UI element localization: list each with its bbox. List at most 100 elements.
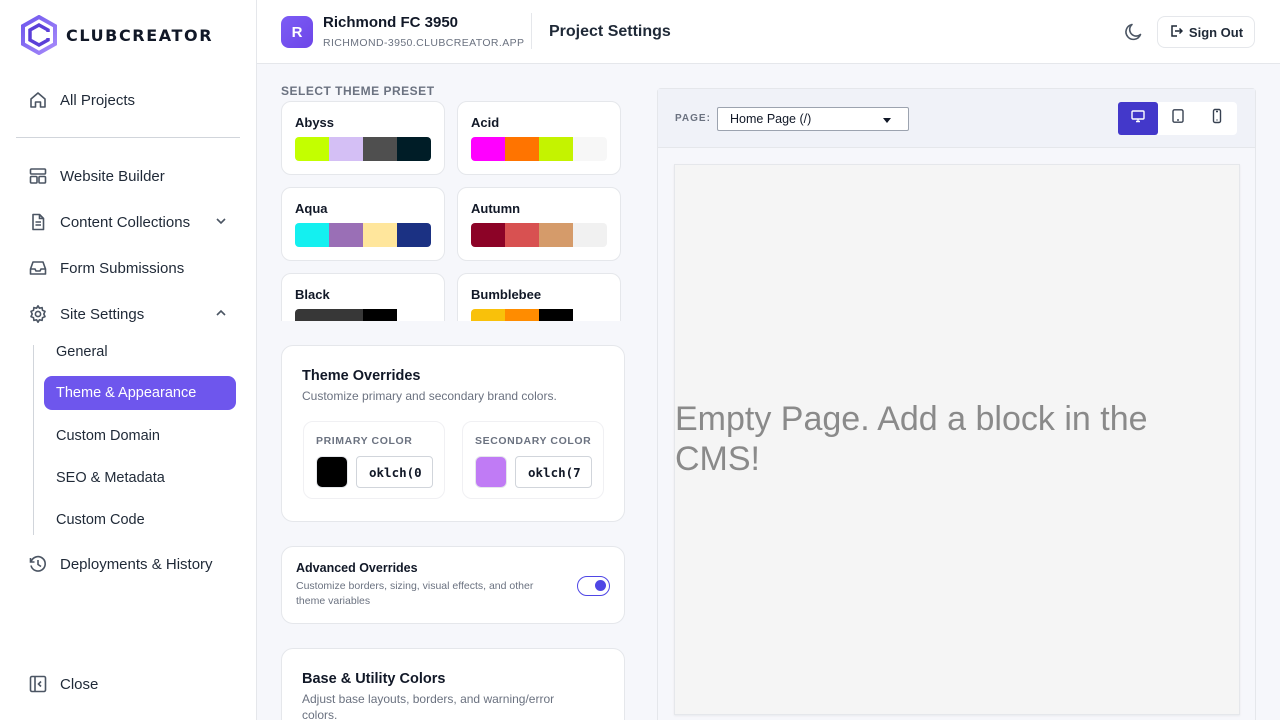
submenu-custom-code[interactable]: Custom Code [44,503,236,537]
nav-label: All Projects [60,91,136,109]
submenu-seo-metadata[interactable]: SEO & Metadata [44,461,236,495]
submenu-general[interactable]: General [44,335,236,369]
preset-card[interactable]: Autumn [457,187,621,261]
secondary-color-swatch[interactable] [475,456,507,488]
preset-color-swatch [505,223,539,247]
project-avatar[interactable]: R [281,16,313,48]
submenu-custom-domain[interactable]: Custom Domain [44,419,236,453]
preset-color-swatch [363,223,397,247]
sidebar-close-button[interactable]: Close [28,672,233,696]
nav-label: Deployments & History [60,555,213,573]
base-utility-colors-title: Base & Utility Colors [302,671,446,687]
preset-color-swatch [363,309,397,321]
toggle-knob [595,580,606,591]
desktop-view-button[interactable] [1118,102,1158,135]
history-icon [28,554,48,574]
preset-swatches [295,309,431,321]
nav-label: Website Builder [60,167,165,185]
preset-name: Black [295,287,330,302]
preset-name: Bumblebee [471,287,542,302]
preset-name: Acid [471,115,500,130]
advanced-overrides-title: Advanced Overrides [296,561,418,575]
preset-card[interactable]: Acid [457,101,621,175]
preset-card[interactable]: Black [281,273,445,321]
preset-color-swatch [573,137,607,161]
nav-label: Content Collections [60,213,191,231]
preset-swatches [471,309,607,321]
chevron-down-icon[interactable] [214,214,228,233]
nav-site-settings[interactable]: Site Settings [28,302,233,326]
monitor-icon [1130,108,1146,129]
preset-color-swatch [329,309,363,321]
sidebar: CLUBCREATOR All Projects Website Builder… [0,0,257,720]
page-select-value: Home Page (/) [730,112,812,126]
theme-overrides-title: Theme Overrides [302,368,421,384]
tablet-view-button[interactable] [1158,102,1198,135]
advanced-overrides-description: Customize borders, sizing, visual effect… [296,580,534,607]
preset-color-swatch [397,223,431,247]
preset-heading: SELECT THEME PRESET [281,84,435,98]
caret-down-icon [883,118,891,123]
preset-name: Abyss [295,115,335,130]
nav-website-builder[interactable]: Website Builder [28,164,233,188]
tablet-icon [1170,108,1186,129]
preset-grid: Abyss Acid Aqua Autumn Black Bumblebee [281,101,625,321]
secondary-color-label: SECONDARY COLOR [475,435,592,447]
preset-color-swatch [539,223,573,247]
preset-color-swatch [329,137,363,161]
nav-label: Site Settings [60,305,145,323]
device-switcher [1118,102,1237,135]
secondary-color-control: SECONDARY COLOR [462,421,604,499]
primary-color-control: PRIMARY COLOR [303,421,445,499]
preset-color-swatch [573,309,607,321]
project-domain[interactable]: RICHMOND-3950.CLUBCREATOR.APP [323,37,524,49]
nav-form-submissions[interactable]: Form Submissions [28,256,233,280]
submenu-theme-appearance[interactable]: Theme & Appearance [44,376,236,410]
mobile-view-button[interactable] [1197,102,1237,135]
brand-name: CLUBCREATOR [66,25,214,45]
preset-color-swatch [471,137,505,161]
sign-out-label: Sign Out [1188,24,1244,40]
sidebar-collapse-icon [28,674,48,694]
home-icon [28,90,48,110]
brand[interactable]: CLUBCREATOR [20,15,213,55]
preset-color-swatch [295,137,329,161]
preset-color-swatch [539,309,573,321]
preset-swatches [471,223,607,247]
phone-icon [1209,108,1225,129]
top-header: R Richmond FC 3950 RICHMOND-3950.CLUBCRE… [257,0,1280,64]
empty-page-message: Empty Page. Add a block in the CMS! [675,400,1148,478]
dark-mode-moon-icon[interactable] [1123,21,1145,43]
clubcreator-logo-icon [21,15,57,55]
primary-color-swatch[interactable] [316,456,348,488]
project-name: Richmond FC 3950 [323,14,459,31]
preset-name: Autumn [471,201,521,216]
preview-toolbar: PAGE: Home Page (/) [658,89,1255,148]
theme-overrides-subtitle: Customize primary and secondary brand co… [302,389,557,403]
preset-swatches [295,223,431,247]
theme-overrides-card: Theme Overrides Customize primary and se… [281,345,625,522]
nav-content-collections[interactable]: Content Collections [28,210,233,234]
chevron-up-icon[interactable] [214,306,228,325]
preset-card[interactable]: Bumblebee [457,273,621,321]
preset-color-swatch [329,223,363,247]
page-select[interactable]: Home Page (/) [717,107,909,131]
nav-all-projects[interactable]: All Projects [28,88,233,112]
preset-card[interactable]: Aqua [281,187,445,261]
nav-deployments-history[interactable]: Deployments & History [28,552,233,576]
sign-out-icon [1169,24,1183,41]
sign-out-button[interactable]: Sign Out [1157,16,1255,48]
nav-label: Form Submissions [60,259,185,277]
base-utility-colors-card: Base & Utility Colors Adjust base layout… [281,648,625,720]
page-select-label: PAGE: [675,113,711,124]
document-icon [28,212,48,232]
primary-color-input[interactable] [356,456,433,488]
advanced-overrides-toggle[interactable] [577,576,610,596]
secondary-color-input[interactable] [515,456,592,488]
preview-canvas: Empty Page. Add a block in the CMS! [674,164,1240,715]
preset-color-swatch [295,223,329,247]
preset-card[interactable]: Abyss [281,101,445,175]
header-divider [531,13,532,49]
preset-color-swatch [295,309,329,321]
preset-color-swatch [363,137,397,161]
